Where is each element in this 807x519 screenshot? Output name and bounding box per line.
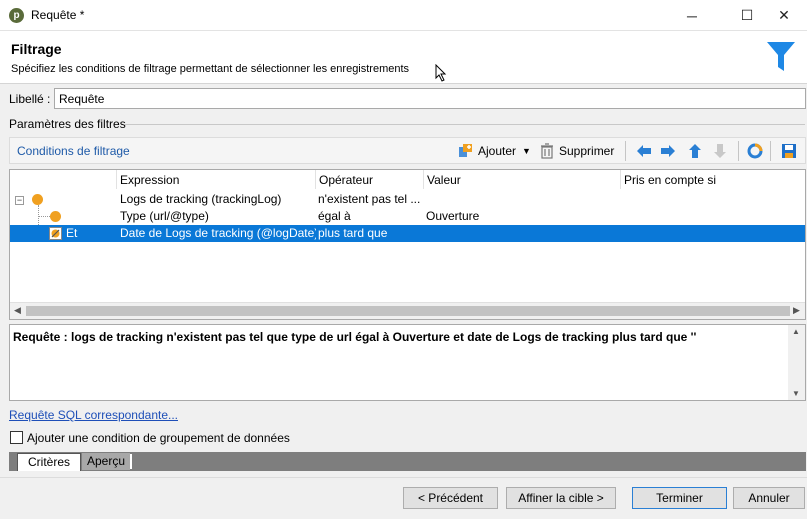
trash-icon <box>541 143 553 159</box>
mouse-cursor-icon <box>435 64 447 82</box>
scroll-down-icon[interactable]: ▼ <box>792 389 800 398</box>
filters-group-title: Paramètres des filtres <box>9 117 126 131</box>
table-row-selected[interactable]: Et Date de Logs de tracking (@logDate) p… <box>10 225 805 242</box>
row-expression: Date de Logs de tracking (@logDate) <box>120 226 316 240</box>
delete-label: Supprimer <box>559 144 615 158</box>
libelle-input[interactable] <box>54 88 806 109</box>
tab-apercu[interactable]: Aperçu <box>82 453 130 470</box>
previous-button[interactable]: < Précédent <box>403 487 498 509</box>
condition-node-icon <box>32 194 43 205</box>
save-icon[interactable] <box>780 142 798 160</box>
query-text: Requête : logs de tracking n'existent pa… <box>13 330 697 344</box>
edit-condition-icon <box>49 227 62 240</box>
delete-button[interactable]: Supprimer <box>540 141 614 161</box>
conditions-title: Conditions de filtrage <box>17 144 130 158</box>
scroll-up-icon[interactable]: ▲ <box>792 327 800 336</box>
minimize-button[interactable]: ─ <box>669 0 715 31</box>
row-expression: Logs de tracking (trackingLog) <box>120 192 282 206</box>
add-condition-icon <box>459 144 472 157</box>
toolbar-separator <box>770 141 771 161</box>
conditions-grid[interactable]: Expression Opérateur Valeur Pris en comp… <box>9 169 806 320</box>
row-prefix: Et <box>66 226 78 240</box>
cancel-button[interactable]: Annuler <box>733 487 805 509</box>
sql-query-link[interactable]: Requête SQL correspondante... <box>9 408 178 422</box>
group-condition-label: Ajouter une condition de groupement de d… <box>27 431 290 445</box>
tab-divider <box>130 454 132 469</box>
add-label: Ajouter <box>478 144 517 158</box>
tab-criteres[interactable]: Critères <box>17 453 81 471</box>
conditions-toolbar: Conditions de filtrage Ajouter ▼ Supprim… <box>9 137 806 164</box>
libelle-label: Libellé : <box>9 92 51 106</box>
toolbar-separator <box>625 141 626 161</box>
row-value: Ouverture <box>426 209 480 223</box>
footer-divider <box>0 477 807 478</box>
scroll-left-icon[interactable]: ◀ <box>14 305 21 316</box>
chevron-down-icon[interactable]: ▼ <box>522 146 531 156</box>
table-row[interactable]: Type (url/@type) égal à Ouverture <box>10 208 805 225</box>
column-header-expression[interactable]: Expression <box>116 170 315 189</box>
finish-button[interactable]: Terminer <box>632 487 727 509</box>
arrow-left-icon[interactable] <box>635 142 653 160</box>
group-divider <box>125 124 805 125</box>
arrow-right-icon[interactable] <box>659 142 677 160</box>
row-expression: Type (url/@type) <box>120 209 209 223</box>
window-titlebar: p Requête * ─ ☐ ✕ <box>0 0 807 31</box>
condition-node-icon <box>50 211 61 222</box>
funnel-icon <box>767 42 795 71</box>
horizontal-scrollbar[interactable]: ◀ ▶ <box>10 302 805 319</box>
group-condition-checkbox[interactable] <box>10 431 23 444</box>
arrow-down-icon[interactable] <box>711 142 729 160</box>
app-icon: p <box>9 8 24 23</box>
window-title: Requête * <box>31 8 85 22</box>
toolbar-separator <box>738 141 739 161</box>
page-title: Filtrage <box>11 41 62 57</box>
tab-bar: Critères Aperçu <box>9 452 806 471</box>
wizard-header: Filtrage Spécifiez les conditions de fil… <box>0 31 807 84</box>
add-button[interactable]: Ajouter ▼ <box>458 141 531 161</box>
query-description[interactable]: Requête : logs de tracking n'existent pa… <box>9 324 806 401</box>
vertical-scrollbar[interactable]: ▲ ▼ <box>788 325 805 400</box>
refine-target-button[interactable]: Affiner la cible > <box>506 487 616 509</box>
distribution-chart-icon[interactable] <box>746 142 764 160</box>
column-header-operator[interactable]: Opérateur <box>315 170 423 189</box>
column-header-value[interactable]: Valeur <box>423 170 620 189</box>
scroll-right-icon[interactable]: ▶ <box>793 305 800 316</box>
page-subtitle: Spécifiez les conditions de filtrage per… <box>11 63 410 75</box>
close-button[interactable]: ✕ <box>761 0 807 31</box>
arrow-up-icon[interactable] <box>686 142 704 160</box>
scrollbar-thumb[interactable] <box>26 306 790 316</box>
row-operator: n'existent pas tel ... <box>318 192 421 206</box>
row-operator: égal à <box>318 209 351 223</box>
table-row[interactable]: Logs de tracking (trackingLog) n'existen… <box>10 191 805 208</box>
column-header-condition[interactable]: Pris en compte si <box>620 170 805 189</box>
row-operator: plus tard que <box>318 226 388 240</box>
